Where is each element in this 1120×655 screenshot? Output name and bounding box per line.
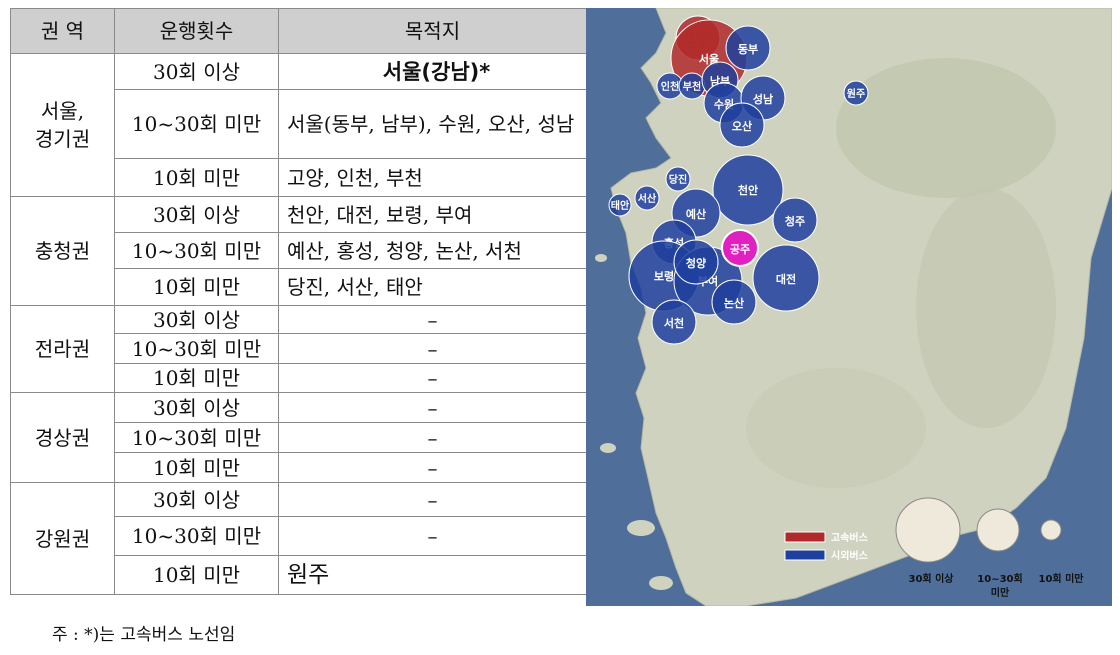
city-cheongju: 청주	[772, 197, 818, 243]
legend-size-small-label: 10회 미만	[1039, 572, 1085, 585]
city-nonsan: 논산	[711, 279, 757, 325]
region-cell: 강원권	[10, 482, 115, 595]
legend-size-medium-label-1: 10~30회	[977, 572, 1022, 585]
svg-text:논산: 논산	[724, 296, 744, 310]
legend-size-medium-label-2: 미만	[991, 586, 1010, 599]
table-row: 강원권 30회 이상 –	[10, 482, 587, 595]
map-svg: 고양 서울 동부 인천 부천 남부	[586, 8, 1112, 606]
frequency-cell: 30회 이상	[114, 305, 279, 334]
destination-cell: 서울(동부, 남부), 수원, 오산, 성남	[278, 89, 587, 159]
city-gongju-origin: 공주	[721, 229, 759, 267]
legend-intercity-label: 시외버스	[831, 549, 868, 562]
destination-cell: 원주	[278, 555, 587, 595]
city-daejeon: 대전	[752, 244, 820, 312]
frequency-cell: 30회 이상	[114, 392, 279, 423]
island	[600, 443, 616, 453]
region-cell: 경상권	[10, 392, 115, 483]
island	[627, 520, 655, 536]
city-seocheon: 서천	[651, 299, 697, 345]
destination-cell: –	[278, 452, 587, 483]
svg-text:서천: 서천	[664, 316, 684, 330]
legend-intercity-swatch	[784, 549, 826, 561]
svg-text:천안: 천안	[738, 183, 758, 197]
legend-size-medium	[976, 508, 1020, 552]
destination-cell: 예산, 홍성, 청양, 논산, 서천	[278, 232, 587, 269]
city-dangjin: 당진	[665, 166, 691, 192]
table-row: 충청권 30회 이상 천안, 대전, 보령, 부여	[10, 196, 587, 306]
legend-size-small	[1040, 519, 1062, 541]
city-taean: 태안	[608, 193, 632, 217]
table-row: 경상권 30회 이상 –	[10, 392, 587, 483]
table-row: 서울, 경기권 30회 이상 서울(강남)*	[10, 53, 587, 197]
header-destination: 목적지	[278, 8, 587, 54]
city-seosan: 서산	[634, 185, 660, 211]
destination-cell: –	[278, 482, 587, 517]
svg-text:청양: 청양	[686, 256, 706, 270]
island	[595, 254, 607, 262]
city-bucheon: 부천	[678, 72, 706, 100]
route-map: 고양 서울 동부 인천 부천 남부	[586, 8, 1112, 606]
frequency-cell: 10~30회 미만	[114, 516, 279, 556]
svg-text:대전: 대전	[776, 272, 796, 286]
svg-text:원주: 원주	[847, 87, 865, 100]
frequency-cell: 10~30회 미만	[114, 422, 279, 453]
city-cheonan: 천안	[712, 154, 784, 226]
frequency-cell: 30회 이상	[114, 53, 279, 90]
svg-text:태안: 태안	[611, 199, 630, 212]
frequency-cell: 30회 이상	[114, 482, 279, 517]
destination-cell: –	[278, 363, 587, 393]
frequency-cell: 10회 미만	[114, 158, 279, 197]
frequency-cell: 10회 미만	[114, 363, 279, 393]
svg-text:오산: 오산	[732, 119, 752, 133]
svg-text:당진: 당진	[669, 173, 687, 186]
city-dongbu: 동부	[725, 25, 771, 71]
frequency-cell: 10~30회 미만	[114, 89, 279, 159]
destination-cell: –	[278, 392, 587, 423]
footnote: 주 : *)는 고속버스 노선임	[52, 625, 236, 645]
svg-text:동부: 동부	[738, 43, 758, 56]
header-region: 권 역	[10, 8, 115, 54]
frequency-cell: 10회 미만	[114, 555, 279, 595]
legend-size-large-label: 30회 이상	[909, 572, 955, 585]
frequency-cell: 10~30회 미만	[114, 232, 279, 269]
table-header-row: 권 역 운행횟수 목적지	[10, 8, 587, 54]
route-table: 권 역 운행횟수 목적지 서울, 경기권 30회 이상 서울(강남)* 10~3…	[10, 8, 587, 595]
destination-cell: 천안, 대전, 보령, 부여	[278, 196, 587, 233]
header-frequency: 운행횟수	[114, 8, 279, 54]
destination-cell: 서울(강남)*	[278, 53, 587, 90]
svg-text:서산: 서산	[638, 192, 657, 205]
table-row: 전라권 30회 이상 –	[10, 305, 587, 393]
mountain-shade	[916, 188, 1056, 428]
destination-cell: –	[278, 422, 587, 453]
mountain-shade	[746, 368, 926, 488]
destination-cell: –	[278, 516, 587, 556]
svg-text:공주: 공주	[730, 243, 750, 256]
destination-cell: –	[278, 333, 587, 364]
destination-cell: –	[278, 305, 587, 334]
frequency-cell: 10~30회 미만	[114, 333, 279, 364]
destination-cell: 고양, 인천, 부천	[278, 158, 587, 197]
svg-text:청주: 청주	[785, 214, 805, 228]
frequency-cell: 30회 이상	[114, 196, 279, 233]
region-cell: 충청권	[10, 196, 115, 306]
frequency-cell: 10회 미만	[114, 452, 279, 483]
svg-text:인천: 인천	[661, 80, 679, 93]
mountain-shade	[836, 58, 1056, 198]
city-cheongyang: 청양	[673, 239, 719, 285]
svg-text:예산: 예산	[686, 207, 706, 221]
frequency-cell: 10회 미만	[114, 268, 279, 306]
svg-text:보령: 보령	[654, 270, 674, 283]
city-wonju: 원주	[843, 80, 869, 106]
region-cell: 전라권	[10, 305, 115, 393]
region-cell: 서울, 경기권	[10, 53, 115, 197]
legend-size-large	[895, 497, 961, 563]
svg-text:성남: 성남	[753, 92, 773, 106]
svg-text:부천: 부천	[683, 80, 701, 93]
city-osan: 오산	[719, 102, 765, 148]
legend-express-swatch	[784, 531, 826, 543]
destination-cell: 당진, 서산, 태안	[278, 268, 587, 306]
legend-express-label: 고속버스	[831, 531, 868, 544]
island	[649, 576, 673, 590]
